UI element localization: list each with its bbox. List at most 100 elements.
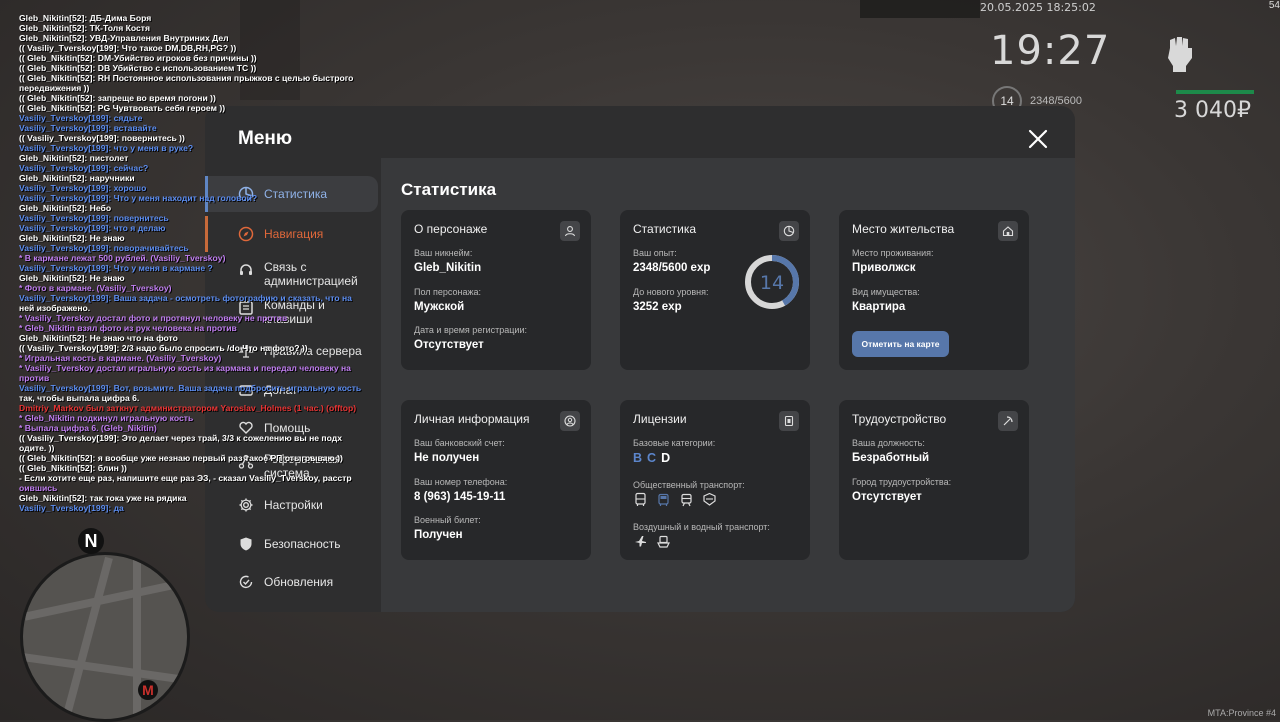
air-water-transport-label: Воздушный и водный транспорт: bbox=[633, 522, 770, 532]
reg-label: Дата и время регистрации: bbox=[414, 325, 527, 335]
card-stats: Статистика Ваш опыт: 2348/5600 exp До но… bbox=[620, 210, 810, 370]
pie-chart-icon bbox=[779, 221, 799, 241]
bank-value: Не получен bbox=[414, 452, 480, 464]
level-text: 14 bbox=[760, 272, 784, 294]
nav-label: Обновления bbox=[264, 575, 334, 589]
reg-value: Отсутствует bbox=[414, 339, 484, 351]
card-title: О персонаже bbox=[414, 222, 488, 236]
boat-icon bbox=[657, 535, 670, 548]
chat-line: Vasiliy_Tverskoy[199]: Вот, возьмите. Ва… bbox=[19, 383, 362, 393]
chat-line: * Фото в кармане. (Vasiliy_Tverskoy) bbox=[19, 283, 172, 293]
military-label: Военный билет: bbox=[414, 515, 481, 525]
mark-on-map-button[interactable]: Отметить на карте bbox=[852, 331, 949, 357]
chat-line: (( Vasiliy_Tverskoy[199]: 2/3 надо было … bbox=[19, 343, 308, 353]
public-transport-label: Общественный транспорт: bbox=[633, 480, 745, 490]
hud-health-bar bbox=[1176, 90, 1254, 94]
trolleybus-icon bbox=[658, 493, 669, 506]
tram-icon bbox=[681, 493, 692, 507]
chat-line: (( Gleb_Nikitin[52]: DB Убийство с испол… bbox=[19, 63, 257, 73]
property-label: Вид имущества: bbox=[852, 287, 920, 297]
chat-line: Gleb_Nikitin[52]: УВД-Управления Внутрин… bbox=[19, 33, 229, 43]
close-icon[interactable] bbox=[1027, 128, 1049, 150]
place-value: Приволжск bbox=[852, 262, 916, 274]
card-residence: Место жительства Место проживания: Приво… bbox=[839, 210, 1029, 370]
fist-icon bbox=[1168, 37, 1192, 72]
chat-line: одите. )) bbox=[19, 443, 55, 453]
chat-line: передвижения )) bbox=[19, 83, 90, 93]
bus-icon bbox=[635, 492, 646, 506]
base-categories-label: Базовые категории: bbox=[633, 438, 716, 448]
air-water-transport-icons bbox=[633, 534, 671, 549]
chat-line: Vasiliy_Tverskoy[199]: сейчас? bbox=[19, 163, 149, 173]
refresh-check-icon bbox=[239, 575, 253, 589]
map-road bbox=[61, 556, 113, 719]
chat-line: Dmitriy_Markov был заткнут администратор… bbox=[19, 403, 357, 413]
chat-line: Vasiliy_Tverskoy[199]: Что у меня находи… bbox=[19, 193, 258, 203]
chat-line: * В кармане лежат 500 рублей. (Vasiliy_T… bbox=[19, 253, 226, 263]
exp-value: 2348/5600 exp bbox=[633, 262, 711, 274]
chat-line: (( Gleb_Nikitin[52]: DM-Убийство игроков… bbox=[19, 53, 257, 63]
card-employment: Трудоустройство Ваша должность: Безработ… bbox=[839, 400, 1029, 560]
menu-main-panel: Статистика О персонаже Ваш никнейм: Gleb… bbox=[381, 158, 1075, 612]
chat-line: (( Vasiliy_Tverskoy[199]: Это делает чер… bbox=[19, 433, 342, 443]
chat-line: Vasiliy_Tverskoy[199]: повернитесь bbox=[19, 213, 169, 223]
chat-line: ней изображено. bbox=[19, 303, 91, 313]
gender-value: Мужской bbox=[414, 301, 465, 313]
hud-fps: 54 bbox=[1268, 0, 1280, 11]
card-title: Место жительства bbox=[852, 222, 955, 236]
position-label: Ваша должность: bbox=[852, 438, 925, 448]
subway-icon bbox=[703, 492, 716, 506]
card-personal: Личная информация Ваш банковский счет: Н… bbox=[401, 400, 591, 560]
nav-label: Безопасность bbox=[264, 537, 341, 551]
chat-line: * Vasiliy_Tverskoy достал фото и протяну… bbox=[19, 313, 288, 323]
chat-line: (( Gleb_Nikitin[52]: запреще во время по… bbox=[19, 93, 216, 103]
nick-value: Gleb_Nikitin bbox=[414, 262, 482, 274]
chat-line: Gleb_Nikitin[52]: Небо bbox=[19, 203, 112, 213]
category-c: C bbox=[647, 451, 662, 465]
military-value: Получен bbox=[414, 529, 463, 541]
card-title: Статистика bbox=[633, 222, 697, 236]
chat-line: (( Gleb_Nikitin[52]: RH Постоянное испол… bbox=[19, 73, 354, 83]
chat-line: Gleb_Nikitin[52]: Не знаю bbox=[19, 273, 125, 283]
category-b: B bbox=[633, 451, 648, 465]
license-categories: BCD bbox=[633, 451, 675, 465]
card-character: О персонаже Ваш никнейм: Gleb_Nikitin По… bbox=[401, 210, 591, 370]
chat-line: против bbox=[19, 373, 50, 383]
public-transport-icons bbox=[633, 492, 717, 507]
chat-line: (( Gleb_Nikitin[52]: я вообще уже незнаю… bbox=[19, 453, 343, 463]
chat-line: (( Gleb_Nikitin[52]: блин )) bbox=[19, 463, 127, 473]
chat-line: Vasiliy_Tverskoy[199]: поворачивайтесь bbox=[19, 243, 189, 253]
chat-line: * Выпала цифра 6. (Gleb_Nikitin) bbox=[19, 423, 157, 433]
category-d: D bbox=[661, 451, 676, 465]
chat-line: * Игральная кость в кармане. (Vasiliy_Tv… bbox=[19, 353, 222, 363]
phone-label: Ваш номер телефона: bbox=[414, 477, 508, 487]
chat-line: (( Gleb_Nikitin[52]: PG Чувтвовать себя … bbox=[19, 103, 226, 113]
next-level-label: До нового уровня: bbox=[633, 287, 709, 297]
nav-item-updates[interactable]: Обновления bbox=[205, 564, 375, 600]
exp-label: Ваш опыт: bbox=[633, 248, 677, 258]
chat-line: Vasiliy_Tverskoy[199]: сядьте bbox=[19, 113, 143, 123]
level-progress-ring: 14 bbox=[745, 255, 799, 309]
map-road bbox=[24, 577, 187, 621]
chat-line: Vasiliy_Tverskoy[199]: хорошо bbox=[19, 183, 147, 193]
chat-line: (( Vasiliy_Tverskoy[199]: Что такое DM,D… bbox=[19, 43, 237, 53]
background-wall bbox=[860, 0, 980, 18]
chat-line: так, чтобы выпала цифра 6. bbox=[19, 393, 140, 403]
chat-line: * Gleb_Nikitin подкинул игральную кость bbox=[19, 413, 194, 423]
chat-line: Gleb_Nikitin[52]: ТК-Толя Костя bbox=[19, 23, 151, 33]
chat-line: Gleb_Nikitin[52]: пистолет bbox=[19, 153, 129, 163]
chat-line: - Если хотите еще раз, напишите еще раз … bbox=[19, 473, 352, 483]
map-north-marker: N bbox=[78, 528, 104, 554]
chat-line: Vasiliy_Tverskoy[199]: вставайте bbox=[19, 123, 157, 133]
chat-line: Vasiliy_Tverskoy[199]: да bbox=[19, 503, 124, 513]
map-road bbox=[133, 555, 141, 719]
chat-line: Gleb_Nikitin[52]: так тока уже на рядика bbox=[19, 493, 187, 503]
card-title: Трудоустройство bbox=[852, 412, 947, 426]
nav-item-security[interactable]: Безопасность bbox=[205, 526, 375, 562]
chat-line: оившись bbox=[19, 483, 58, 493]
hud-money: 3 040₽ bbox=[1174, 98, 1251, 123]
bank-label: Ваш банковский счет: bbox=[414, 438, 505, 448]
user-circle-icon bbox=[560, 411, 580, 431]
chat-line: Gleb_Nikitin[52]: Не знаю bbox=[19, 233, 125, 243]
property-value: Квартира bbox=[852, 301, 906, 313]
